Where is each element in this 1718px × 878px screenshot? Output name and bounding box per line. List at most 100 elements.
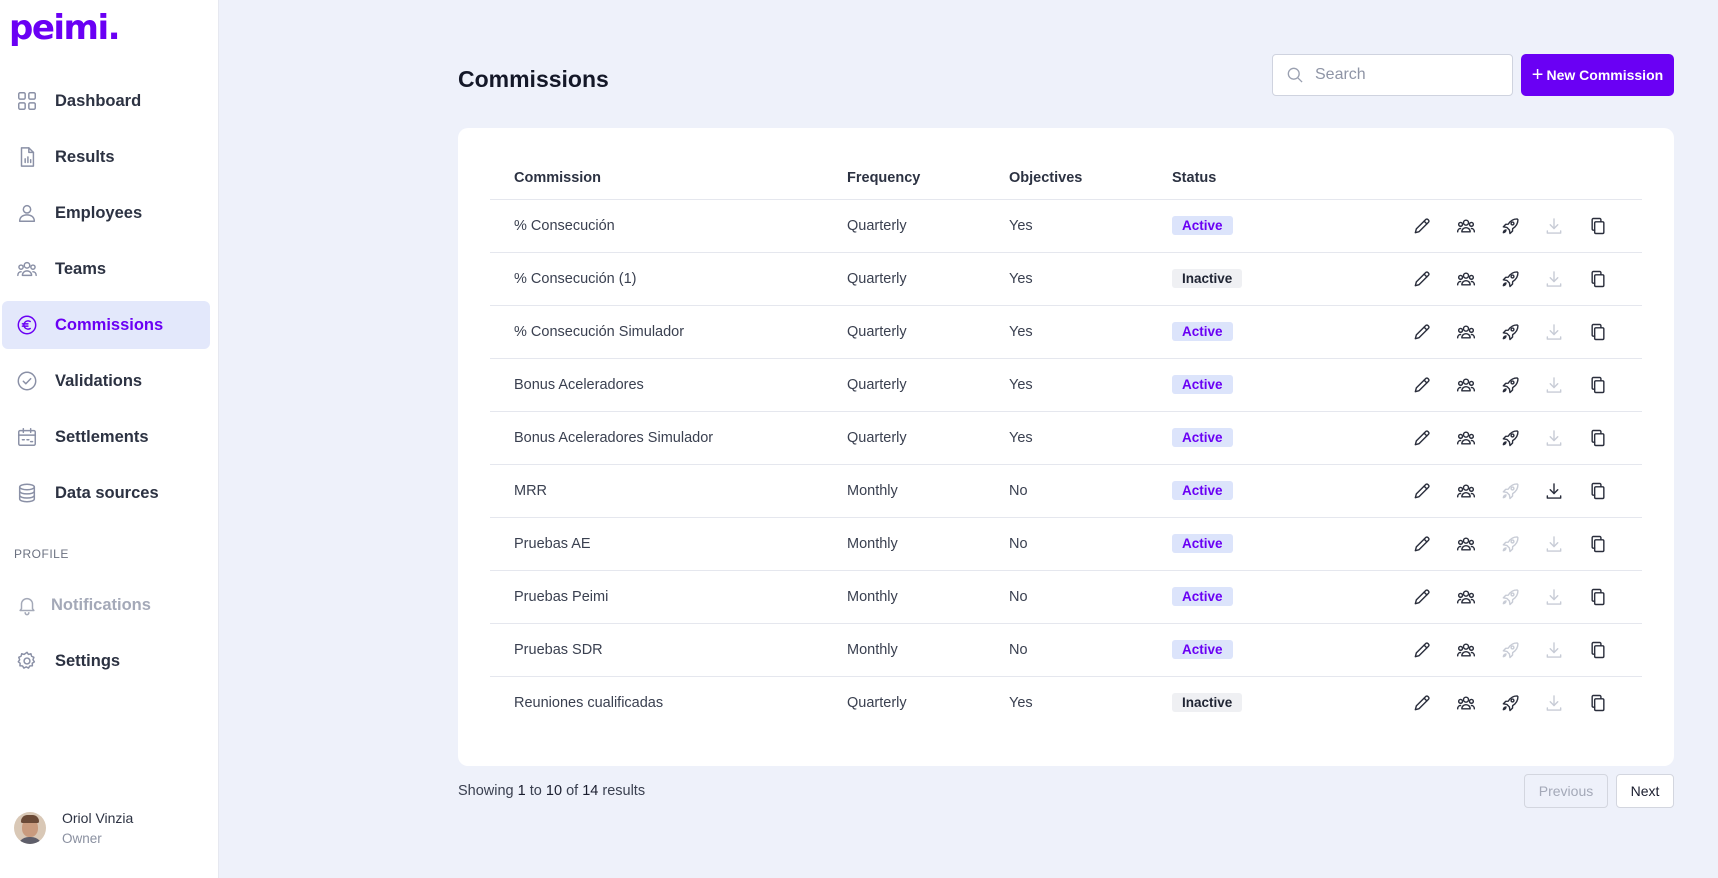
launch-button[interactable] [1499,374,1521,396]
frequency-cell: Monthly [847,536,898,552]
edit-button[interactable] [1411,374,1433,396]
download-button[interactable] [1543,639,1565,661]
user-icon [15,201,39,225]
commission-name[interactable]: MRR [514,483,547,499]
duplicate-icon [1591,270,1605,288]
duplicate-button[interactable] [1587,586,1609,608]
sidebar-item-dashboard[interactable]: Dashboard [2,77,210,125]
assign-teams-button[interactable] [1455,533,1477,555]
assign-teams-button[interactable] [1455,692,1477,714]
table-row[interactable]: Reuniones cualificadas Quarterly Yes Inacti… [490,677,1642,730]
rocket-icon [1502,589,1519,606]
commission-name[interactable]: Reuniones cualificadas [514,695,663,711]
duplicate-button[interactable] [1587,374,1609,396]
edit-button[interactable] [1411,427,1433,449]
download-button[interactable] [1543,480,1565,502]
duplicate-button[interactable] [1587,427,1609,449]
commission-name[interactable]: Pruebas SDR [514,642,603,658]
assign-teams-button[interactable] [1455,427,1477,449]
assign-teams-button[interactable] [1455,268,1477,290]
table-row[interactable]: Bonus Aceleradores Simulador Quarterly Yes… [490,412,1642,465]
commission-name[interactable]: Bonus Aceleradores Simulador [514,430,713,446]
sidebar-item-commissions[interactable]: Commissions [2,301,210,349]
download-button[interactable] [1543,586,1565,608]
sidebar-item-notifications[interactable]: Notifications [2,581,210,629]
download-button[interactable] [1543,215,1565,237]
edit-button[interactable] [1411,268,1433,290]
check-circle-icon [15,369,39,393]
assign-teams-button[interactable] [1455,586,1477,608]
download-button[interactable] [1543,427,1565,449]
commission-name[interactable]: Pruebas Peimi [514,589,608,605]
duplicate-button[interactable] [1587,639,1609,661]
duplicate-button[interactable] [1587,692,1609,714]
table-row[interactable]: Bonus Aceleradores Quarterly Yes Active [490,359,1642,412]
download-button[interactable] [1543,374,1565,396]
status-badge: Active [1172,375,1233,394]
team-icon [1456,219,1476,233]
row-actions [1411,268,1631,290]
table-row[interactable]: Pruebas AE Monthly No Active [490,518,1642,571]
launch-button[interactable] [1499,427,1521,449]
launch-button[interactable] [1499,639,1521,661]
duplicate-button[interactable] [1587,321,1609,343]
commission-name[interactable]: Bonus Aceleradores [514,377,644,393]
search-input[interactable] [1315,66,1505,84]
sidebar-item-settings[interactable]: Settings [2,637,210,685]
next-page-button[interactable]: Next [1616,774,1674,808]
sidebar-item-results[interactable]: Results [2,133,210,181]
edit-button[interactable] [1411,586,1433,608]
search-box[interactable] [1272,54,1513,96]
row-actions [1411,374,1631,396]
launch-button[interactable] [1499,692,1521,714]
commission-name[interactable]: % Consecución (1) [514,271,637,287]
user-profile[interactable]: Oriol Vinzia Owner [14,810,133,846]
launch-button[interactable] [1499,480,1521,502]
row-actions [1411,533,1631,555]
edit-button[interactable] [1411,533,1433,555]
frequency-cell: Monthly [847,483,898,499]
launch-button[interactable] [1499,215,1521,237]
launch-button[interactable] [1499,321,1521,343]
table-row[interactable]: % Consecución (1) Quarterly Yes Inactive [490,253,1642,306]
launch-button[interactable] [1499,586,1521,608]
frequency-cell: Quarterly [847,695,907,711]
new-commission-button[interactable]: + New Commission [1521,54,1674,96]
commission-name[interactable]: Pruebas AE [514,536,591,552]
download-button[interactable] [1543,321,1565,343]
table-row[interactable]: Pruebas SDR Monthly No Active [490,624,1642,677]
sidebar-item-employees[interactable]: Employees [2,189,210,237]
sidebar-item-teams[interactable]: Teams [2,245,210,293]
commission-name[interactable]: % Consecución Simulador [514,324,684,340]
assign-teams-button[interactable] [1455,321,1477,343]
status-badge: Active [1172,428,1233,447]
edit-button[interactable] [1411,321,1433,343]
assign-teams-button[interactable] [1455,215,1477,237]
table-row[interactable]: MRR Monthly No Active [490,465,1642,518]
edit-button[interactable] [1411,639,1433,661]
download-button[interactable] [1543,692,1565,714]
report-icon [15,145,39,169]
launch-button[interactable] [1499,268,1521,290]
duplicate-button[interactable] [1587,215,1609,237]
edit-button[interactable] [1411,480,1433,502]
sidebar-item-data-sources[interactable]: Data sources [2,469,210,517]
download-button[interactable] [1543,268,1565,290]
assign-teams-button[interactable] [1455,374,1477,396]
duplicate-button[interactable] [1587,533,1609,555]
table-row[interactable]: % Consecución Quarterly Yes Active [490,200,1642,253]
commission-name[interactable]: % Consecución [514,218,615,234]
edit-button[interactable] [1411,692,1433,714]
sidebar-item-settlements[interactable]: Settlements [2,413,210,461]
edit-button[interactable] [1411,215,1433,237]
duplicate-button[interactable] [1587,480,1609,502]
table-row[interactable]: % Consecución Simulador Quarterly Yes Activ… [490,306,1642,359]
assign-teams-button[interactable] [1455,639,1477,661]
download-button[interactable] [1543,533,1565,555]
duplicate-button[interactable] [1587,268,1609,290]
sidebar-item-validations[interactable]: Validations [2,357,210,405]
launch-button[interactable] [1499,533,1521,555]
table-row[interactable]: Pruebas Peimi Monthly No Active [490,571,1642,624]
assign-teams-button[interactable] [1455,480,1477,502]
previous-page-button[interactable]: Previous [1524,774,1608,808]
